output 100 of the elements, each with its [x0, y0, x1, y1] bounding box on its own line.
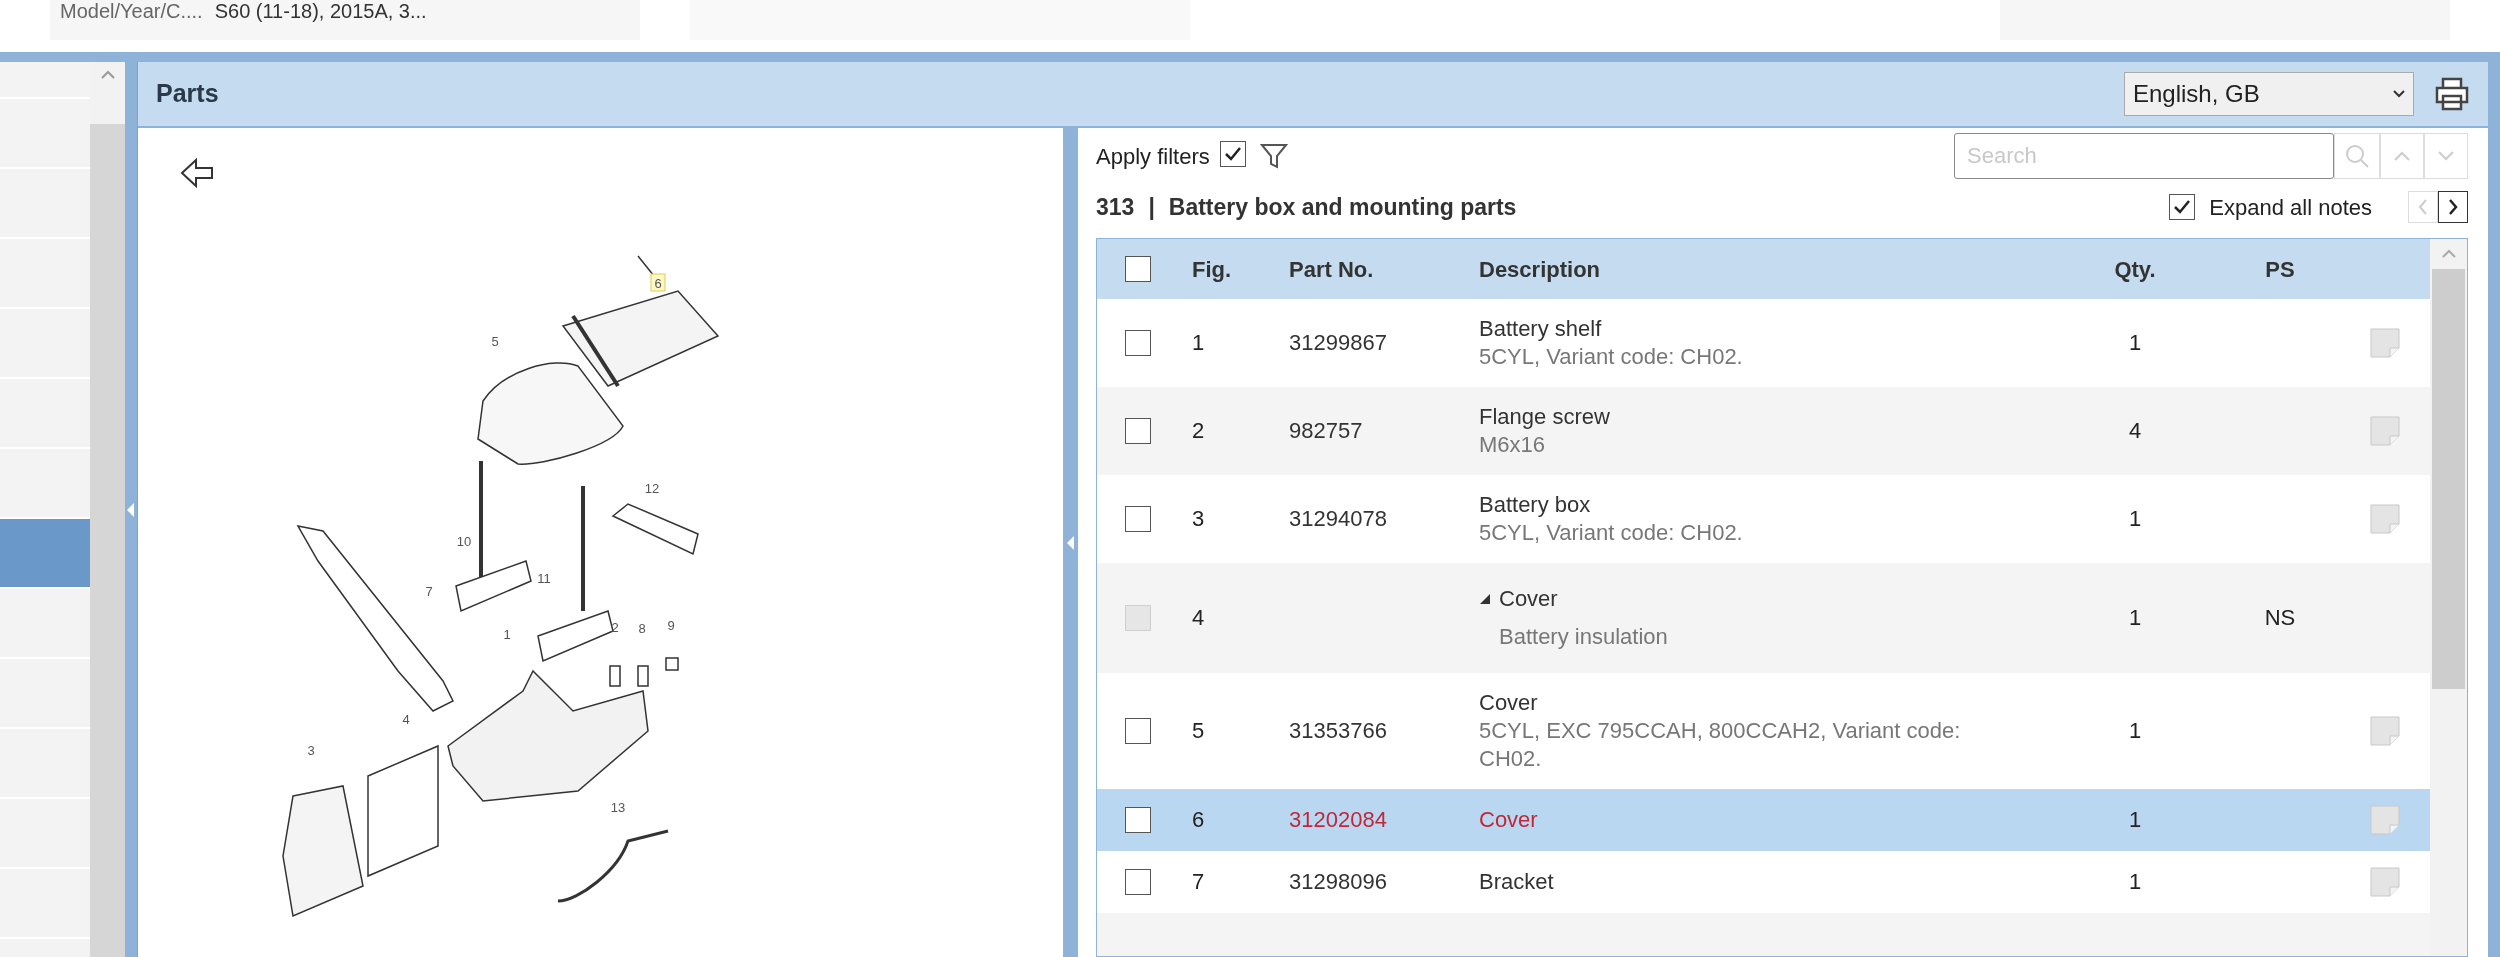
- quantity: 1: [2127, 806, 2143, 834]
- next-button[interactable]: [2438, 191, 2468, 223]
- column-header[interactable]: Part No.: [1276, 252, 1479, 286]
- expand-notes-checkbox[interactable]: [2169, 194, 2196, 220]
- callout-number[interactable]: 7: [425, 584, 433, 599]
- callout-number[interactable]: 12: [644, 481, 660, 496]
- collapse-left-icon[interactable]: [127, 502, 135, 517]
- splitter[interactable]: [125, 62, 137, 957]
- callout-number[interactable]: 13: [610, 800, 626, 815]
- fig-cell-text: 2: [1191, 417, 1206, 445]
- filter-label: Apply filters: [1096, 142, 1210, 171]
- description: Battery shelf: [1479, 315, 1602, 343]
- sidebar-item[interactable]: [0, 519, 90, 589]
- splitter[interactable]: [2488, 62, 2500, 957]
- description-note: 5CYL, Variant code: CH02.: [1479, 519, 1744, 547]
- column-header[interactable]: Description: [1479, 252, 2050, 286]
- description: Cover: [1479, 806, 1538, 834]
- table-row[interactable]: 3 31294078 Battery box 5CYL, Variant code: CH02. 1: [1097, 475, 2430, 563]
- row-checkbox[interactable]: [1125, 869, 1151, 895]
- description: Battery box: [1479, 491, 1591, 519]
- part-number: 31202084: [1289, 807, 1387, 832]
- part-number: 982757: [1289, 418, 1363, 443]
- scrollbar-thumb[interactable]: [2432, 269, 2465, 689]
- row-checkbox[interactable]: [1125, 807, 1151, 833]
- part-number: 31353766: [1289, 718, 1387, 743]
- callout-number[interactable]: 6: [654, 276, 662, 291]
- table-row[interactable]: 5 31353766 Cover 5CYL, EXC 795CCAH, 800CCAH2, Variant code: CH02. 1: [1097, 673, 2430, 789]
- quantity: 1: [2127, 868, 2143, 896]
- callout-number[interactable]: 4: [402, 712, 410, 727]
- previous-match-button[interactable]: [2380, 133, 2424, 179]
- panel-title: Parts: [156, 78, 219, 110]
- next-match-button[interactable]: [2424, 133, 2468, 179]
- collapse-left-icon[interactable]: [1066, 535, 1075, 550]
- description-note: Battery insulation: [1498, 623, 1669, 651]
- callout-number[interactable]: 11: [537, 571, 551, 586]
- scroll-up-icon[interactable]: [99, 68, 116, 80]
- chevron-up-icon: [2394, 151, 2410, 161]
- select-all-checkbox[interactable]: [1125, 256, 1151, 282]
- note-icon[interactable]: [2370, 504, 2400, 534]
- quantity: 1: [2127, 505, 2143, 533]
- callout-number[interactable]: 8: [638, 621, 646, 636]
- chevron-left-icon: [2418, 199, 2428, 215]
- table-row[interactable]: 7 31298096 Bracket 1: [1097, 851, 2430, 913]
- callout-number[interactable]: 10: [456, 534, 472, 549]
- language-select[interactable]: English, GB: [2124, 72, 2414, 116]
- model-field: Model/Year/C.... S60 (11-18), 2015A, 3...: [50, 0, 640, 40]
- print-icon[interactable]: [2434, 77, 2470, 111]
- scroll-up-icon[interactable]: [2440, 247, 2457, 259]
- row-checkbox[interactable]: [1125, 418, 1151, 444]
- expand-triangle-icon[interactable]: [1479, 593, 1491, 605]
- row-checkbox[interactable]: [1125, 330, 1151, 356]
- note-icon[interactable]: [2370, 328, 2400, 358]
- group-title: Battery box and mounting parts: [1168, 192, 1517, 222]
- description: Bracket: [1479, 868, 1554, 896]
- description: Flange screw: [1479, 403, 1610, 431]
- search-button[interactable]: [2334, 133, 2380, 179]
- callout-number[interactable]: 9: [667, 618, 675, 633]
- fig-cell-text: 3: [1191, 505, 1206, 533]
- row-checkbox[interactable]: [1125, 718, 1151, 744]
- part-number: 31299867: [1289, 330, 1387, 355]
- note-icon[interactable]: [2370, 716, 2400, 746]
- apply-filters-checkbox[interactable]: [1219, 141, 1246, 167]
- column-header[interactable]: Qty.: [2050, 252, 2220, 286]
- callout-number[interactable]: 1: [503, 627, 511, 642]
- row-checkbox[interactable]: [1125, 506, 1151, 532]
- chevron-down-icon: [2438, 151, 2454, 161]
- description-note: 5CYL, EXC 795CCAH, 800CCAH2, Variant code: CH02.: [1479, 717, 1962, 773]
- back-arrow-icon[interactable]: [180, 158, 216, 188]
- chevron-down-icon: [2393, 90, 2405, 98]
- callout-number[interactable]: 2: [611, 620, 619, 635]
- callout-number[interactable]: 5: [491, 334, 499, 349]
- quantity: 1: [2127, 604, 2143, 632]
- quantity: 4: [2127, 417, 2143, 445]
- chevron-right-icon: [2448, 199, 2458, 215]
- scrollbar[interactable]: [90, 62, 125, 957]
- fig-cell-text: 6: [1191, 806, 1206, 834]
- separator: |: [1148, 192, 1155, 222]
- fig-cell-text: 5: [1191, 717, 1206, 745]
- quantity: 1: [2127, 717, 2143, 745]
- description: Cover: [1499, 585, 1558, 613]
- part-number: 31298096: [1289, 869, 1387, 894]
- description-note: M6x16: [1479, 431, 1547, 459]
- column-header[interactable]: Fig.: [1179, 252, 1276, 286]
- table-row[interactable]: 1 31299867 Battery shelf 5CYL, Variant code: CH02. 1: [1097, 299, 2430, 387]
- note-icon[interactable]: [2370, 805, 2400, 835]
- note-icon[interactable]: [2370, 416, 2400, 446]
- filter-icon[interactable]: [1259, 142, 1288, 170]
- fig-cell-text: 7: [1191, 868, 1206, 896]
- column-header[interactable]: PS: [2220, 252, 2340, 286]
- group-number: 313: [1096, 192, 1135, 222]
- description-note: 5CYL, Variant code: CH02.: [1479, 343, 1744, 371]
- table-row[interactable]: 6 31202084 Cover 1: [1097, 789, 2430, 851]
- ps-code: NS: [2264, 605, 2296, 630]
- fig-cell-text: 4: [1191, 604, 1206, 632]
- fig-cell-text: 1: [1191, 329, 1206, 357]
- splitter[interactable]: [1063, 128, 1078, 957]
- search-icon: [2344, 143, 2370, 169]
- part-number: 31294078: [1289, 506, 1387, 531]
- note-icon[interactable]: [2370, 867, 2400, 897]
- callout-number[interactable]: 3: [307, 743, 315, 758]
